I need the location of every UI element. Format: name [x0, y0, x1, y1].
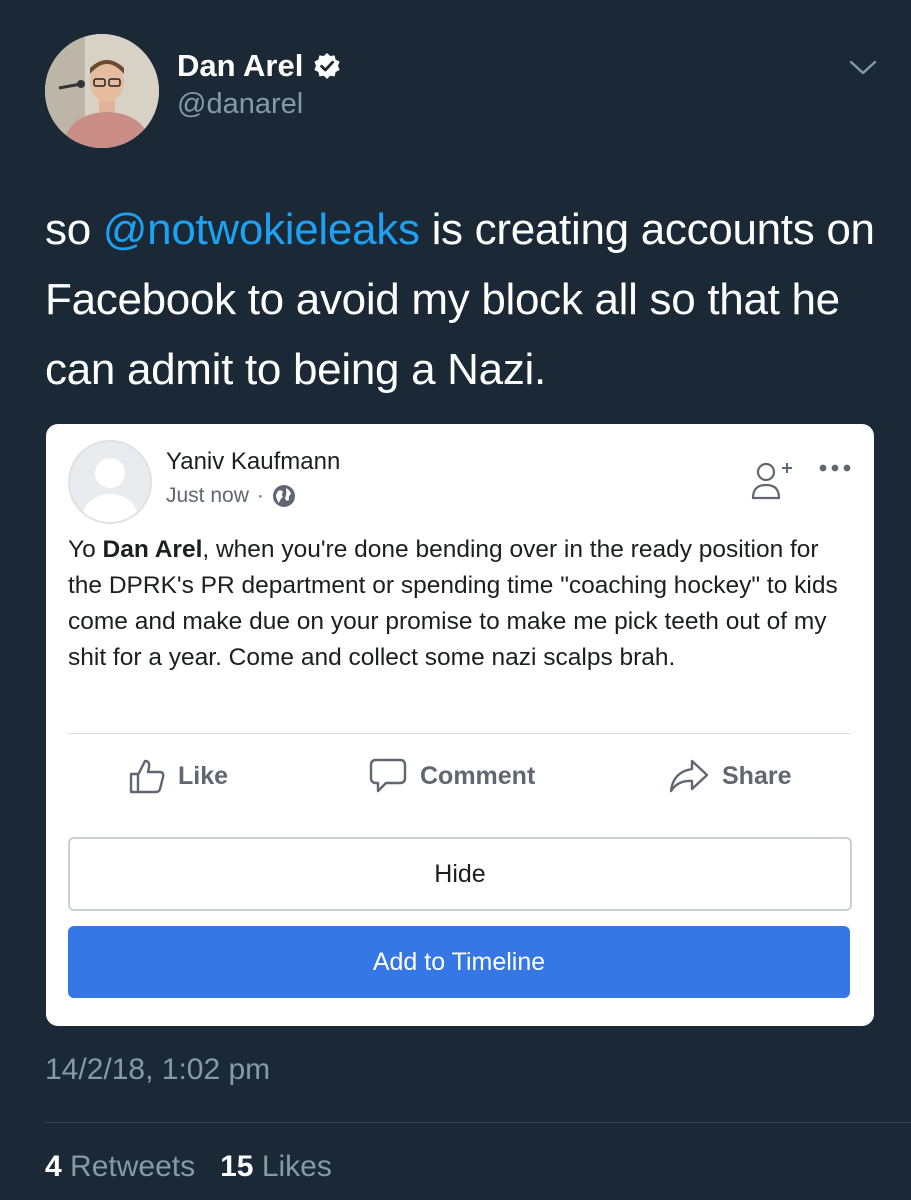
speech-bubble-icon	[368, 757, 408, 795]
tweet-stats: 4 Retweets 15 Likes	[45, 1150, 332, 1184]
globe-icon	[272, 484, 296, 508]
retweets-stat[interactable]: 4 Retweets	[45, 1150, 195, 1183]
likes-label[interactable]: Likes	[262, 1150, 332, 1183]
fb-share-label: Share	[722, 761, 792, 790]
embedded-image[interactable]: Yaniv Kaufmann Just now · Yo Dan Arel, w…	[46, 424, 874, 1026]
likes-stat[interactable]: 15 Likes	[220, 1150, 332, 1183]
fb-post-text-prefix: Yo	[68, 536, 103, 563]
thumbs-up-icon	[128, 757, 166, 795]
tweet-text: so @notwokieleaks is creating accounts o…	[45, 195, 885, 405]
retweets-label[interactable]: Retweets	[70, 1150, 195, 1183]
author-avatar[interactable]	[45, 34, 159, 148]
more-dots-icon	[818, 460, 852, 472]
fb-comment-label: Comment	[420, 761, 536, 790]
fb-divider	[68, 733, 850, 734]
fb-post-text: Yo Dan Arel, when you're done bending ov…	[68, 532, 858, 676]
fb-meta-separator: ·	[256, 484, 264, 507]
tweet-timestamp[interactable]: 14/2/18, 1:02 pm	[45, 1053, 270, 1087]
author-name-text[interactable]: Dan Arel	[177, 48, 303, 84]
fb-hide-button: Hide	[68, 837, 852, 911]
mention-link[interactable]: @notwokieleaks	[103, 205, 420, 254]
fb-author-name: Yaniv Kaufmann	[166, 448, 341, 475]
stats-divider	[45, 1122, 911, 1123]
likes-count[interactable]: 15	[220, 1150, 253, 1183]
fb-post-mention: Dan Arel	[102, 536, 203, 563]
fb-avatar-placeholder	[68, 440, 152, 524]
tweet-text-prefix: so	[45, 205, 103, 254]
fb-like-label: Like	[178, 761, 229, 790]
fb-like-action: Like	[128, 756, 228, 796]
fb-post-time: Just now	[166, 484, 249, 507]
fb-post-meta: Just now ·	[166, 484, 296, 508]
verified-badge-icon	[313, 52, 341, 80]
fb-share-action: Share	[668, 756, 791, 796]
author-handle[interactable]: @danarel	[177, 88, 303, 121]
author-name[interactable]: Dan Arel	[177, 48, 341, 84]
retweets-count[interactable]: 4	[45, 1150, 62, 1183]
fb-comment-action: Comment	[368, 756, 535, 796]
fb-add-to-timeline-button: Add to Timeline	[68, 926, 850, 998]
add-friend-icon	[748, 458, 796, 504]
share-arrow-icon	[668, 758, 710, 794]
chevron-down-icon[interactable]	[848, 58, 878, 78]
